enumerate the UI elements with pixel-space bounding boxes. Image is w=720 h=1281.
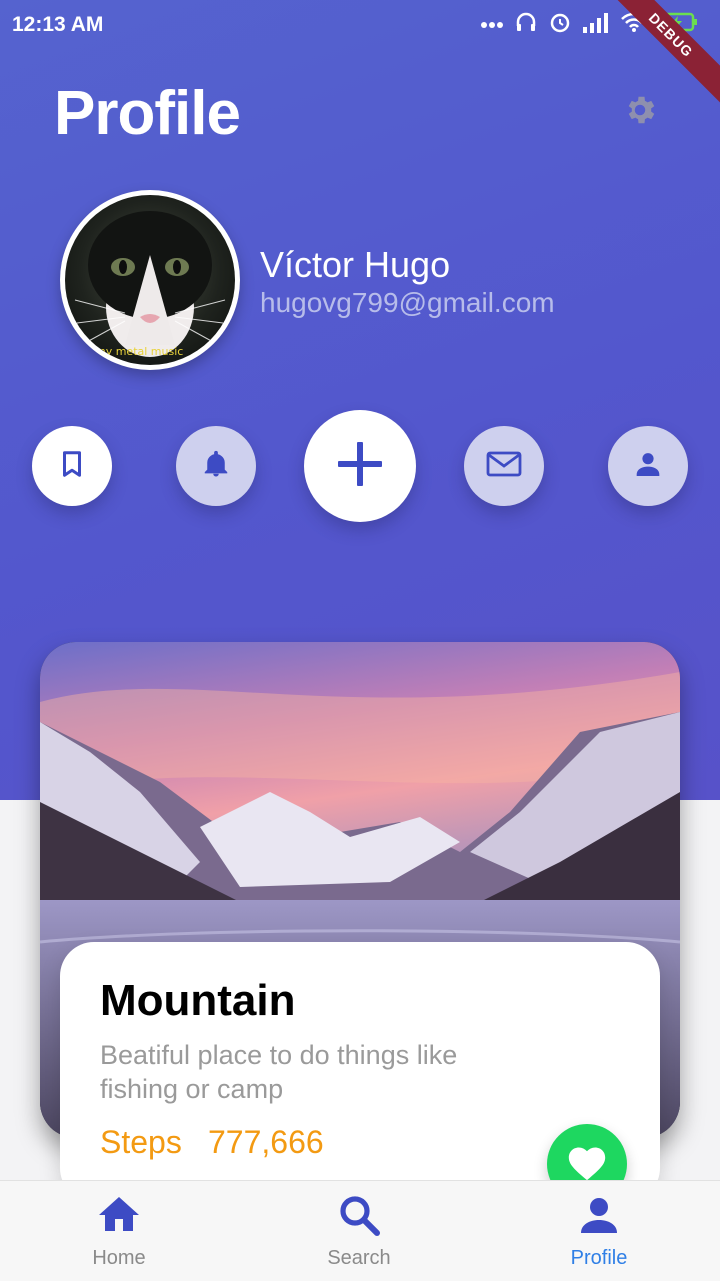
messages-button[interactable]	[464, 426, 544, 506]
search-icon	[335, 1191, 383, 1239]
person-icon	[632, 448, 664, 485]
avatar-caption: my metal music	[95, 345, 184, 358]
alarm-icon	[548, 10, 572, 39]
account-button[interactable]	[608, 426, 688, 506]
person-icon	[575, 1191, 623, 1239]
notifications-button[interactable]	[176, 426, 256, 506]
plus-icon	[334, 438, 386, 495]
headphones-icon	[514, 10, 538, 39]
place-title: Mountain	[100, 976, 296, 1025]
place-description: Beatiful place to do things like fishing…	[100, 1040, 458, 1104]
user-email: hugovg799@gmail.com	[260, 287, 555, 318]
nav-search[interactable]: Search	[299, 1181, 419, 1281]
signal-icon	[582, 11, 610, 38]
nav-home-label: Home	[92, 1247, 146, 1269]
bell-icon	[201, 448, 231, 485]
nav-search-label: Search	[327, 1247, 391, 1269]
nav-profile-label: Profile	[570, 1247, 628, 1269]
steps-value: 777,666	[208, 1124, 324, 1160]
avatar[interactable]: my metal music	[60, 190, 240, 370]
page-title: Profile	[54, 79, 241, 148]
nav-home[interactable]: Home	[59, 1181, 179, 1281]
bottom-navigation: Home Search Profile	[0, 1180, 720, 1281]
status-time: 12:13 AM	[12, 13, 104, 36]
bookmark-icon	[57, 448, 87, 485]
bookmark-button[interactable]	[32, 426, 112, 506]
add-button[interactable]	[304, 410, 416, 522]
user-name: Víctor Hugo	[260, 244, 451, 285]
steps-label: Steps	[100, 1124, 182, 1160]
status-bar: 12:13 AM DEBUG	[0, 0, 720, 112]
avatar-photo: my metal music	[65, 195, 235, 365]
mail-icon	[486, 450, 522, 483]
nav-profile[interactable]: Profile	[539, 1181, 659, 1281]
more-dots-icon	[480, 16, 504, 34]
home-icon	[95, 1191, 143, 1239]
gear-icon[interactable]	[622, 92, 658, 128]
